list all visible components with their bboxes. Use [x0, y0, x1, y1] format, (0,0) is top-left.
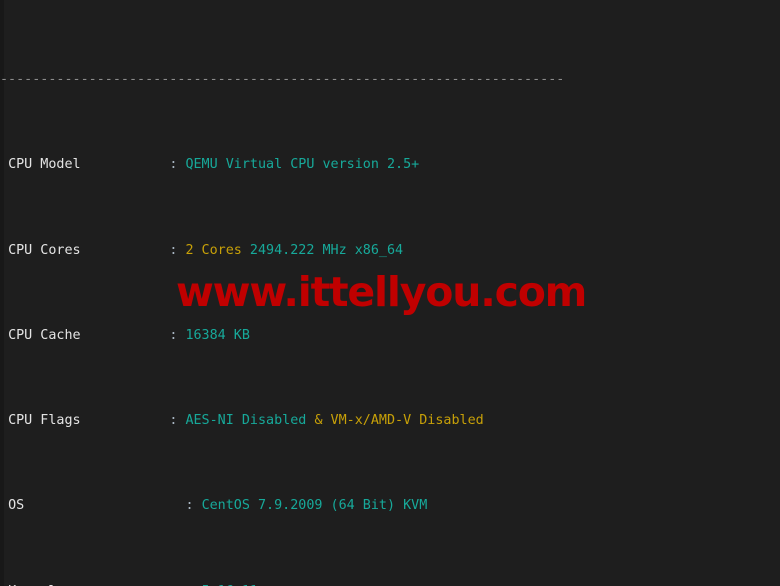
row-cpu-model: CPU Model : QEMU Virtual CPU version 2.5…	[0, 156, 780, 173]
value-cpu-cores-rest: 2494.222 MHz x86_64	[241, 242, 404, 258]
separator-line-top: ----------------------------------------…	[0, 72, 565, 88]
colon: :	[169, 242, 178, 258]
value-cpu-model: QEMU Virtual CPU version 2.5+	[185, 157, 420, 173]
pad	[81, 413, 170, 428]
colon: :	[169, 327, 178, 343]
row-kernel: Kernel : 5.16.11	[0, 583, 780, 586]
row-cpu-cache: CPU Cache : 16384 KB	[0, 327, 780, 344]
value-cpu-flags-aes: AES-NI Disabled	[185, 413, 315, 429]
value-cpu-cores-count: 2 Cores	[185, 242, 242, 258]
pad	[81, 157, 170, 172]
label-cpu-cores: CPU Cores	[8, 242, 81, 258]
label-os: OS	[8, 498, 25, 514]
pad	[81, 243, 170, 258]
row-cpu-cores: CPU Cores : 2 Cores 2494.222 MHz x86_64	[0, 242, 780, 259]
terminal-window: ----------------------------------------…	[0, 0, 780, 586]
label-cpu-model: CPU Model	[8, 157, 81, 173]
label-cpu-cache: CPU Cache	[8, 327, 81, 343]
row-os: OS : CentOS 7.9.2009 (64 Bit) KVM	[0, 497, 780, 514]
value-os: CentOS 7.9.2009 (64 Bit) KVM	[201, 498, 428, 514]
value-cpu-cache: 16384 KB	[185, 327, 250, 343]
colon: :	[169, 413, 178, 429]
pad	[81, 328, 170, 343]
label-cpu-flags: CPU Flags	[8, 413, 81, 429]
colon: :	[169, 157, 178, 173]
value-cpu-flags-vm: & VM-x/AMD-V Disabled	[314, 413, 484, 429]
pad	[24, 498, 185, 513]
colon: :	[185, 498, 194, 514]
terminal-output: ----------------------------------------…	[0, 3, 780, 586]
row-cpu-flags: CPU Flags : AES-NI Disabled & VM-x/AMD-V…	[0, 412, 780, 429]
